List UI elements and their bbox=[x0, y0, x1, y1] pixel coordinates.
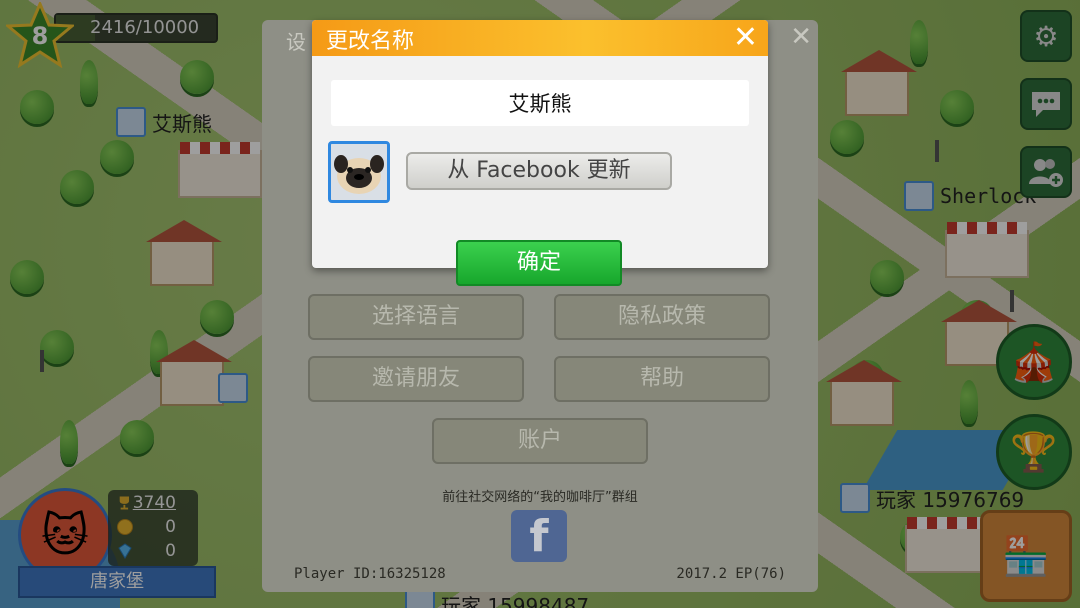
settings-title: 设 bbox=[286, 30, 306, 54]
select-language-button[interactable]: 选择语言 bbox=[308, 294, 524, 340]
help-button[interactable]: 帮助 bbox=[554, 356, 770, 402]
facebook-update-button[interactable]: 从 Facebook 更新 bbox=[406, 152, 672, 190]
profile-avatar[interactable] bbox=[328, 141, 390, 203]
pug-avatar-icon bbox=[331, 144, 387, 200]
rename-dialog-title: 更改名称 bbox=[326, 29, 415, 54]
social-group-text: 前往社交网络的“我的咖啡厅”群组 bbox=[442, 490, 638, 505]
close-icon[interactable]: ✕ bbox=[733, 20, 758, 56]
rename-dialog: 更改名称 ✕ 从 Facebook 更新 bbox=[312, 20, 768, 268]
rename-dialog-header: 更改名称 ✕ bbox=[312, 20, 768, 56]
invite-friends-button[interactable]: 邀请朋友 bbox=[308, 356, 524, 402]
player-id: Player ID:16325128 bbox=[294, 566, 446, 582]
version-label: 2017.2 EP(76) bbox=[676, 566, 786, 582]
close-icon[interactable]: ✕ bbox=[790, 22, 812, 52]
name-input[interactable] bbox=[331, 80, 749, 126]
facebook-icon[interactable]: f bbox=[511, 510, 567, 562]
privacy-policy-button[interactable]: 隐私政策 bbox=[554, 294, 770, 340]
account-button[interactable]: 账户 bbox=[432, 418, 648, 464]
confirm-button[interactable]: 确定 bbox=[456, 240, 622, 286]
